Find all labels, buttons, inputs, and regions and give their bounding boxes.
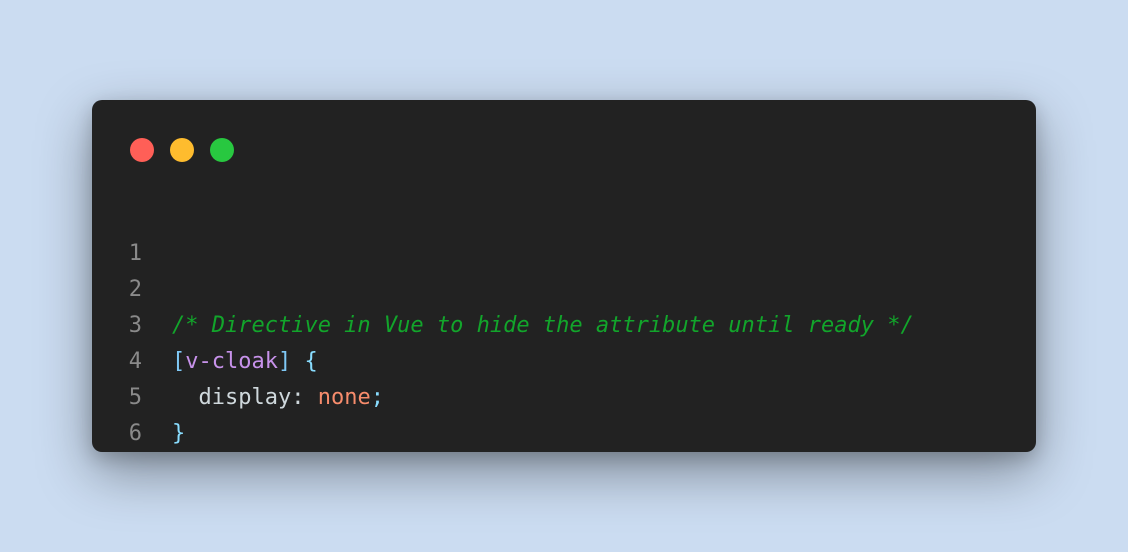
code-line: 5 }	[92, 344, 1036, 446]
minimize-dot-icon[interactable]	[170, 138, 194, 162]
code-line: 4 display: none;	[92, 308, 1036, 410]
code-block: 1 2 /* Directive in Vue to hide the attr…	[92, 200, 1036, 446]
code-window: 1 2 /* Directive in Vue to hide the attr…	[92, 100, 1036, 452]
close-dot-icon[interactable]	[130, 138, 154, 162]
code-line: 1	[92, 200, 1036, 266]
line-content: }	[172, 416, 185, 452]
line-number: 6	[128, 421, 142, 446]
code-line: 2 /* Directive in Vue to hide the attrib…	[92, 236, 1036, 338]
maximize-dot-icon[interactable]	[210, 138, 234, 162]
code-line: 6	[92, 380, 1036, 446]
close-brace: }	[172, 421, 186, 446]
code-line: 3 [v-cloak] {	[92, 272, 1036, 374]
